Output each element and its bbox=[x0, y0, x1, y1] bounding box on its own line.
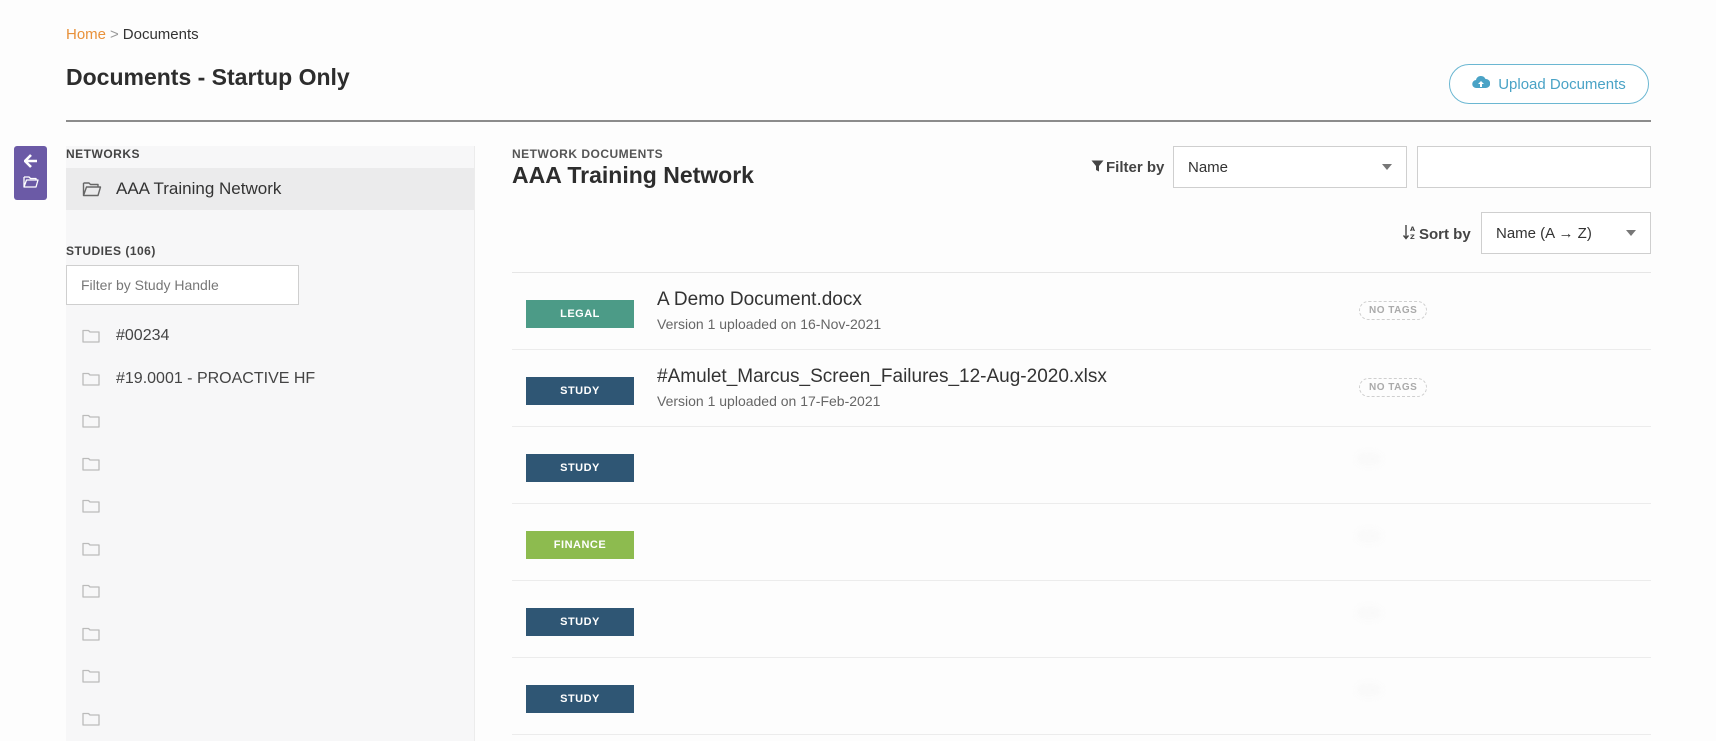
breadcrumb-home-link[interactable]: Home bbox=[66, 26, 106, 43]
document-meta: Version 1 uploaded on 16-Nov-2021 bbox=[657, 316, 881, 332]
svg-text:Z: Z bbox=[1410, 233, 1415, 240]
tag-pill bbox=[1359, 609, 1379, 617]
collapse-sidebar-button[interactable] bbox=[14, 146, 47, 200]
upload-documents-label: Upload Documents bbox=[1498, 75, 1626, 93]
filter-field-select[interactable]: Name bbox=[1173, 146, 1407, 188]
tag-pill bbox=[1359, 686, 1379, 694]
breadcrumb-current: Documents bbox=[122, 26, 199, 43]
networks-label: NETWORKS bbox=[66, 147, 140, 161]
studies-label: STUDIES (106) bbox=[66, 244, 156, 258]
folder-icon bbox=[82, 499, 100, 513]
chevron-down-icon bbox=[1626, 230, 1636, 236]
header-divider bbox=[66, 120, 1651, 122]
sort-by-text: Sort by bbox=[1419, 225, 1471, 243]
tag-pill: NO TAGS bbox=[1359, 378, 1428, 397]
category-badge: STUDY bbox=[526, 608, 634, 636]
folder-icon bbox=[82, 372, 100, 386]
folder-icon bbox=[82, 414, 100, 428]
study-list-item[interactable]: #19.0001 - PROACTIVE HF bbox=[66, 358, 474, 401]
document-row[interactable]: STUDY bbox=[512, 427, 1651, 504]
tag-pill: NO TAGS bbox=[1359, 301, 1428, 320]
folder-icon bbox=[82, 542, 100, 556]
document-row[interactable]: FINANCE bbox=[512, 504, 1651, 581]
study-list-item[interactable] bbox=[66, 400, 474, 443]
network-documents-label: NETWORK DOCUMENTS bbox=[512, 147, 664, 161]
study-filter-input[interactable] bbox=[66, 265, 299, 305]
category-badge: STUDY bbox=[526, 685, 634, 713]
document-upload-date: uploaded on 16-Nov-2021 bbox=[719, 316, 882, 332]
folder-icon bbox=[82, 584, 100, 598]
study-list-item[interactable] bbox=[66, 655, 474, 698]
folder-icon bbox=[82, 669, 100, 683]
page-title: Documents - Startup Only bbox=[66, 64, 350, 90]
study-list-item[interactable] bbox=[66, 698, 474, 741]
study-list: #00234 #19.0001 - PROACTIVE HF bbox=[66, 315, 474, 740]
folder-open-icon bbox=[82, 181, 102, 197]
folder-icon bbox=[82, 457, 100, 471]
document-row[interactable]: STUDY bbox=[512, 581, 1651, 658]
chevron-down-icon bbox=[1382, 164, 1392, 170]
filter-funnel-icon bbox=[1091, 159, 1104, 176]
category-badge: STUDY bbox=[526, 454, 634, 482]
folder-open-icon bbox=[22, 175, 39, 193]
sort-order-select[interactable]: Name (A → Z) bbox=[1481, 212, 1651, 254]
category-badge: STUDY bbox=[526, 377, 634, 405]
network-title: AAA Training Network bbox=[512, 162, 754, 188]
filter-by-text: Filter by bbox=[1106, 159, 1165, 176]
filter-value-input[interactable] bbox=[1417, 146, 1651, 188]
document-upload-date: uploaded on 17-Feb-2021 bbox=[719, 393, 881, 409]
breadcrumb-separator: > bbox=[110, 26, 119, 43]
cloud-upload-icon bbox=[1472, 75, 1491, 93]
folder-icon bbox=[82, 627, 100, 641]
study-list-item[interactable] bbox=[66, 613, 474, 656]
svg-text:A: A bbox=[1410, 225, 1415, 233]
sort-order-value: Name (A → Z) bbox=[1496, 224, 1592, 242]
document-row[interactable]: LEGAL A Demo Document.docx Version 1 upl… bbox=[512, 273, 1651, 350]
breadcrumb: Home > Documents bbox=[66, 26, 199, 43]
study-label: #19.0001 - PROACTIVE HF bbox=[116, 369, 316, 387]
study-list-item[interactable] bbox=[66, 570, 474, 613]
sidebar-network-item[interactable]: AAA Training Network bbox=[66, 168, 474, 210]
document-name[interactable]: A Demo Document.docx bbox=[657, 289, 862, 311]
category-badge: FINANCE bbox=[526, 531, 634, 559]
document-row[interactable]: STUDY #Amulet_Marcus_Screen_Failures_12-… bbox=[512, 350, 1651, 427]
category-badge: LEGAL bbox=[526, 300, 634, 328]
filter-field-value: Name bbox=[1188, 158, 1229, 176]
document-meta: Version 1 uploaded on 17-Feb-2021 bbox=[657, 393, 880, 409]
folder-icon bbox=[82, 712, 100, 726]
study-list-item[interactable] bbox=[66, 528, 474, 571]
network-item-label: AAA Training Network bbox=[116, 179, 282, 198]
document-row[interactable]: STUDY bbox=[512, 658, 1651, 735]
arrow-left-icon bbox=[23, 153, 38, 173]
tag-pill bbox=[1359, 532, 1379, 540]
study-label: #00234 bbox=[116, 327, 170, 345]
document-name[interactable]: #Amulet_Marcus_Screen_Failures_12-Aug-20… bbox=[657, 366, 1107, 388]
study-list-item[interactable] bbox=[66, 443, 474, 486]
sidebar-divider bbox=[474, 146, 475, 741]
document-version: Version 1 bbox=[657, 393, 716, 409]
study-list-item[interactable]: #00234 bbox=[66, 315, 474, 358]
sort-by-label: AZ Sort by bbox=[1402, 224, 1471, 244]
tag-pill bbox=[1359, 455, 1379, 463]
sort-alpha-icon: AZ bbox=[1402, 224, 1417, 244]
document-version: Version 1 bbox=[657, 316, 716, 332]
study-list-item[interactable] bbox=[66, 485, 474, 528]
filter-by-label: Filter by bbox=[1091, 159, 1164, 176]
upload-documents-button[interactable]: Upload Documents bbox=[1449, 64, 1649, 104]
folder-icon bbox=[82, 329, 100, 343]
